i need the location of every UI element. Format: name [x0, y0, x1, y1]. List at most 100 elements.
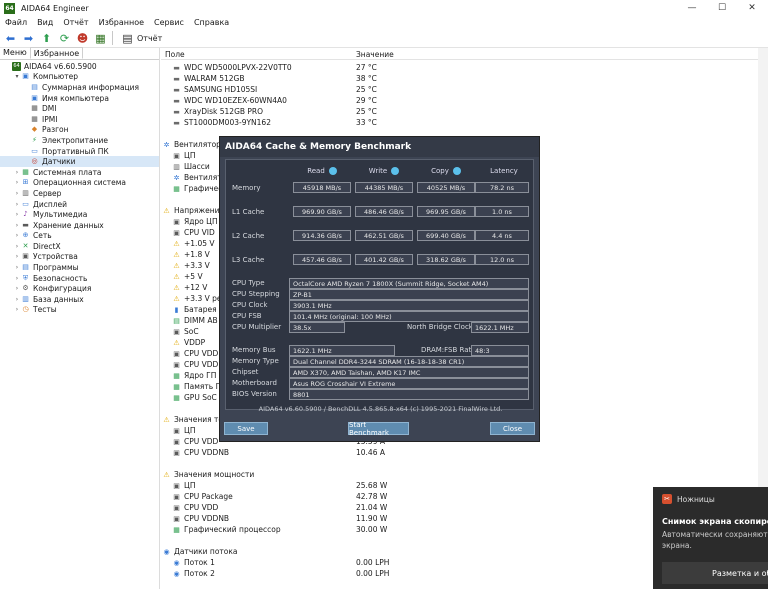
- sensor-row[interactable]: ⚠ VDDP: [172, 337, 205, 348]
- sensor-row[interactable]: ▣ CPU Package: [172, 491, 233, 502]
- expand-arrow-icon[interactable]: ›: [13, 296, 21, 303]
- expand-arrow-icon[interactable]: ›: [13, 190, 21, 197]
- sensor-row[interactable]: ◉ Поток 2: [172, 568, 214, 579]
- expand-arrow-icon[interactable]: ›: [13, 285, 21, 292]
- sensor-row[interactable]: ▤ DIMM AB: [172, 315, 217, 326]
- tree-item[interactable]: ▾ ▣ Компьютер: [0, 72, 159, 83]
- menu-view[interactable]: Вид: [32, 18, 58, 27]
- tree-item[interactable]: › ✕ DirectX: [0, 241, 159, 252]
- sensor-row[interactable]: ⚠ +3.3 V: [172, 260, 209, 271]
- tree-item[interactable]: › ▤ Программы: [0, 262, 159, 273]
- tree-item[interactable]: › ⛨ Безопасность: [0, 273, 159, 284]
- menu-tools[interactable]: Сервис: [149, 18, 189, 27]
- expand-arrow-icon[interactable]: ›: [13, 253, 21, 260]
- close-button[interactable]: ✕: [737, 0, 767, 16]
- tree-item[interactable]: › ▬ Хранение данных: [0, 220, 159, 231]
- expand-arrow-icon[interactable]: ›: [13, 243, 21, 250]
- close-dialog-button[interactable]: Close: [490, 422, 535, 435]
- info-icon[interactable]: [391, 167, 400, 175]
- sensor-row[interactable]: ▣ CPU VDDNB: [172, 513, 229, 524]
- motherboard-icon[interactable]: ▦: [93, 31, 108, 46]
- tree-item[interactable]: ◆ Разгон: [0, 125, 159, 136]
- menu-report[interactable]: Отчёт: [58, 18, 93, 27]
- sensor-row[interactable]: ▬ XrayDisk 512GB PRO: [172, 106, 263, 117]
- sensor-row[interactable]: ▬ WDC WD5000LPVX-22V0TT0: [172, 62, 291, 73]
- sensor-row[interactable]: ▥ Шасси: [172, 161, 210, 172]
- minimize-button[interactable]: —: [677, 0, 707, 16]
- sensor-row[interactable]: ▣ ЦП: [172, 150, 195, 161]
- tree-item[interactable]: › ◷ Тесты: [0, 305, 159, 316]
- info-icon[interactable]: [328, 167, 337, 175]
- refresh-icon[interactable]: ⟳: [57, 31, 72, 46]
- expand-arrow-icon[interactable]: ›: [13, 264, 21, 271]
- sensor-row[interactable]: ▬ ST1000DM003-9YN162: [172, 117, 271, 128]
- markup-button[interactable]: Разметка и об: [662, 562, 768, 584]
- tree-item[interactable]: › ▣ Устройства: [0, 252, 159, 263]
- sensor-row[interactable]: ⚠ +1.05 V: [172, 238, 214, 249]
- sensor-row[interactable]: ▣ CPU VDDNB: [172, 447, 229, 458]
- tree-item[interactable]: › ▥ База данных: [0, 294, 159, 305]
- tree-item[interactable]: ▣ Имя компьютера: [0, 93, 159, 104]
- report-icon[interactable]: ▤: [120, 31, 135, 46]
- tree-item[interactable]: › ▥ Сервер: [0, 188, 159, 199]
- tab-menu[interactable]: Меню: [0, 47, 30, 59]
- sensor-row[interactable]: ▣ ЦП: [172, 425, 195, 436]
- tree-item[interactable]: ▦ DMI: [0, 103, 159, 114]
- tree-item[interactable]: › ▦ Системная плата: [0, 167, 159, 178]
- sensor-section-header[interactable]: ✲ Вентиляторы: [162, 139, 227, 150]
- expand-arrow-icon[interactable]: ›: [13, 211, 21, 218]
- sensor-row[interactable]: ▬ WALRAM 512GB: [172, 73, 244, 84]
- expand-arrow-icon[interactable]: ›: [13, 179, 21, 186]
- tree-item[interactable]: 64 AIDA64 v6.60.5900: [0, 61, 159, 72]
- column-value[interactable]: Значение: [356, 50, 394, 59]
- sensor-row[interactable]: ▦ Графический процессор: [172, 524, 280, 535]
- sensor-row[interactable]: ▬ SAMSUNG HD105SI: [172, 84, 257, 95]
- start-benchmark-button[interactable]: Start Benchmark: [348, 421, 409, 437]
- tree-item[interactable]: › ♪ Мультимедиа: [0, 209, 159, 220]
- expand-arrow-icon[interactable]: ›: [13, 201, 21, 208]
- sensor-row[interactable]: ▣ CPU VDD: [172, 348, 218, 359]
- snipping-notification[interactable]: ✂ Ножницы Снимок экрана скопирован Автом…: [653, 487, 768, 589]
- maximize-button[interactable]: ☐: [707, 0, 737, 16]
- expand-arrow-icon[interactable]: ›: [13, 222, 21, 229]
- tree-item[interactable]: › ⊞ Операционная система: [0, 178, 159, 189]
- expand-arrow-icon[interactable]: ›: [13, 275, 21, 282]
- up-arrow-icon[interactable]: ⬆: [39, 31, 54, 46]
- sensor-row[interactable]: ▦ GPU SoC: [172, 392, 217, 403]
- sensor-section-header[interactable]: ⚠ Значения мощности: [162, 469, 254, 480]
- expand-arrow-icon[interactable]: ›: [13, 232, 21, 239]
- sensor-row[interactable]: ▣ CPU VDD: [172, 502, 218, 513]
- tree-item[interactable]: › ▭ Дисплей: [0, 199, 159, 210]
- sensor-row[interactable]: ◉ Поток 1: [172, 557, 214, 568]
- menu-favorites[interactable]: Избранное: [94, 18, 149, 27]
- tree-item[interactable]: › ⊕ Сеть: [0, 231, 159, 242]
- sensor-row[interactable]: ▣ CPU VID: [172, 227, 215, 238]
- expand-arrow-icon[interactable]: ▾: [13, 73, 21, 80]
- sensor-row[interactable]: ⚠ +1.8 V: [172, 249, 209, 260]
- sensor-row[interactable]: ▦ Память ГП: [172, 381, 226, 392]
- sensor-row[interactable]: ⚠ +5 V: [172, 271, 202, 282]
- tree-item[interactable]: ▦ IPMI: [0, 114, 159, 125]
- menu-file[interactable]: Файл: [0, 18, 32, 27]
- column-field[interactable]: Поле: [165, 50, 185, 59]
- user-icon[interactable]: ☻: [75, 31, 90, 46]
- tree-item[interactable]: ◎ Датчики: [0, 156, 159, 167]
- sensor-row[interactable]: ▣ SoC: [172, 326, 198, 337]
- tree-item[interactable]: ▭ Портативный ПК: [0, 146, 159, 157]
- tree-item[interactable]: ▤ Суммарная информация: [0, 82, 159, 93]
- expand-arrow-icon[interactable]: ›: [13, 169, 21, 176]
- menu-help[interactable]: Справка: [189, 18, 234, 27]
- back-arrow-icon[interactable]: ⬅: [3, 31, 18, 46]
- sensor-row[interactable]: ⚠ +12 V: [172, 282, 207, 293]
- tree-item[interactable]: › ⚙ Конфигурация: [0, 283, 159, 294]
- sensor-section-header[interactable]: ◉ Датчики потока: [162, 546, 237, 557]
- save-button[interactable]: Save: [224, 422, 268, 435]
- sensor-row[interactable]: ▣ CPU VDD: [172, 436, 218, 447]
- forward-arrow-icon[interactable]: ➡: [21, 31, 36, 46]
- report-button-label[interactable]: Отчёт: [137, 34, 162, 43]
- tree-item[interactable]: ⚡ Электропитание: [0, 135, 159, 146]
- sensor-row[interactable]: ▣ ЦП: [172, 480, 195, 491]
- sensor-row[interactable]: ▦ Ядро ГП: [172, 370, 216, 381]
- info-icon[interactable]: [452, 167, 461, 175]
- sensor-row[interactable]: ▣ Ядро ЦП: [172, 216, 217, 227]
